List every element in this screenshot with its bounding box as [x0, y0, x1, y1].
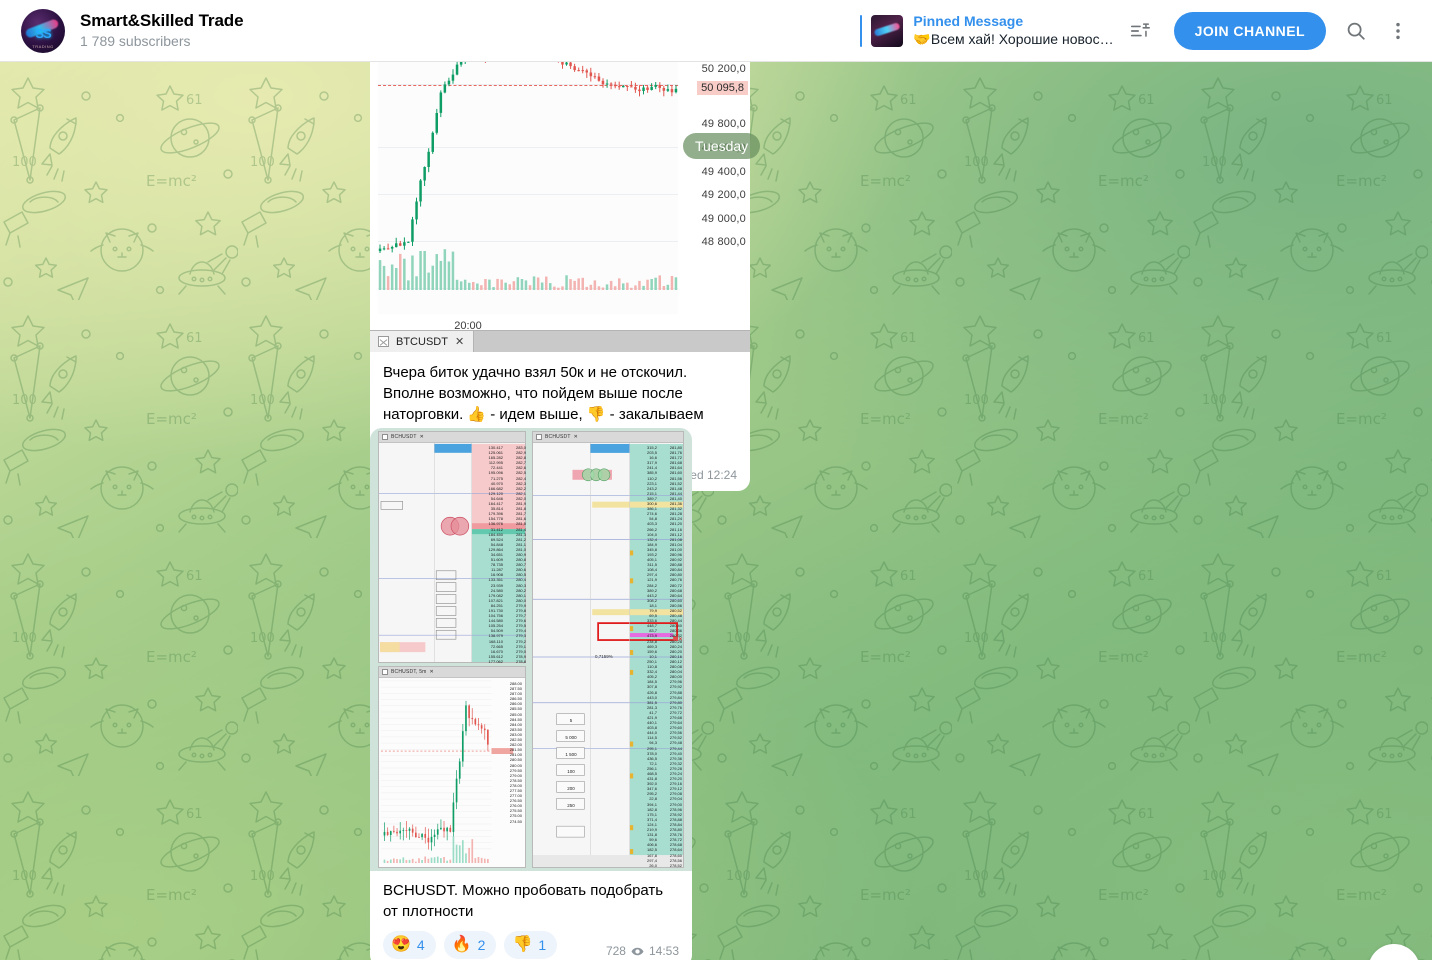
pinned-thumbnail [871, 14, 904, 47]
dom-pane-right: BCHUSDT ✕ ✕ 315,2 281,80 203,5 281,76 16… [532, 431, 684, 868]
qty-button[interactable]: 250 [557, 800, 585, 817]
chat-scroll-area[interactable]: Ε=mc² [0, 62, 1432, 960]
qty-button[interactable]: 200 [557, 783, 585, 800]
heart-eyes-icon: 😍 [391, 936, 411, 953]
chart-tab-label: BTCUSDT [396, 335, 448, 348]
chart-pane-bchusdt-5m: BCHUSDT, 5m ✕ 288.00 287.50 287.00 286.50 28… [378, 666, 526, 868]
overflow-menu-icon[interactable] [1378, 11, 1418, 51]
search-icon[interactable] [1336, 11, 1376, 51]
btcusdt-chart-image[interactable]: 50 200,0 50 095,8 49 800,0 49 600,0 49 4… [370, 62, 750, 352]
avatar-subtext: TRADING [32, 43, 54, 49]
view-count: 728 [605, 944, 626, 958]
price-scale-bchusdt: 288.00 287.50 287.00 286.50 286.00 285.50 285.… [497, 681, 523, 824]
channel-header: SS TRADING Smart&Skilled Trade 1 789 sub… [0, 0, 1432, 62]
bchusdt-terminal-image[interactable]: BCHUSDT ✕ 130.417 283,0 125.061 282,9 16… [370, 428, 692, 871]
message-time: 14:53 [648, 944, 679, 958]
thumbs-down-reaction[interactable]: 👎 1 [504, 931, 558, 959]
last-price-tag: 50 095,8 [697, 81, 748, 95]
pinned-message-banner[interactable]: Pinned Message 🤝Всем хай! Хорошие новос… [860, 9, 1119, 53]
channel-avatar[interactable]: SS TRADING [21, 8, 65, 53]
message-bchusdt[interactable]: BCHUSDT ✕ 130.417 283,0 125.061 282,9 16… [370, 428, 692, 960]
message-meta: 728 14:53 [606, 944, 679, 958]
header-actions: Pinned Message 🤝Всем хай! Хорошие новос…… [860, 0, 1432, 61]
eye-icon [631, 947, 644, 955]
pinned-preview-text: 🤝Всем хай! Хорошие новос… [913, 31, 1114, 47]
reaction-count: 1 [538, 937, 547, 953]
bchusdt-terminal-screenshot: BCHUSDT ✕ 130.417 283,0 125.061 282,9 16… [370, 428, 692, 871]
message-btcusdt[interactable]: 50 200,0 50 095,8 49 800,0 49 600,0 49 4… [370, 62, 750, 491]
close-icon[interactable]: ✕ [455, 335, 464, 348]
reaction-count: 2 [477, 937, 486, 953]
heart-eyes-reaction[interactable]: 😍 4 [383, 931, 436, 959]
qty-button[interactable]: 1 500 [557, 749, 585, 766]
channel-title: Smart&Skilled Trade [80, 11, 244, 30]
pinned-accent-bar [860, 14, 863, 47]
join-channel-button[interactable]: JOIN CHANNEL [1173, 11, 1326, 50]
date-badge: Tuesday [683, 133, 761, 159]
pct-label: 0,7159% [595, 654, 613, 659]
pinned-thumb-streak [873, 21, 901, 37]
chart-tab-btcusdt[interactable]: BTCUSDT ✕ [370, 330, 475, 352]
dom-pane-left: BCHUSDT ✕ 130.417 283,0 125.061 282,9 16… [378, 431, 527, 664]
chart-plot-area [378, 62, 678, 314]
thumbs-down-icon: 👎 [512, 936, 533, 953]
fire-icon: 🔥 [451, 936, 472, 953]
candle-series [378, 62, 678, 290]
message-bubble: BCHUSDT. Можно пробовать подобрать от пл… [370, 871, 692, 960]
pinned-list-icon[interactable] [1120, 11, 1160, 51]
chart-tab-icon [378, 336, 389, 347]
pinned-label: Pinned Message [913, 13, 1024, 29]
message-text: BCHUSDT. Можно пробовать подобрать от пл… [383, 882, 664, 920]
dom-row: 177.062 278,8 [488, 658, 526, 664]
avatar-initials: SS [35, 25, 51, 41]
qty-button[interactable]: 5 000 [557, 732, 585, 749]
btcusdt-candlestick-chart: 50 200,0 50 095,8 49 800,0 49 600,0 49 4… [370, 62, 750, 352]
chart-tab-bar[interactable]: BTCUSDT ✕ [370, 330, 750, 352]
fire-reaction[interactable]: 🔥 2 [443, 931, 497, 959]
pinned-text-group: Pinned Message 🤝Всем хай! Хорошие новос… [913, 13, 1113, 48]
price-tick: 274.50 [509, 818, 522, 824]
dom-row: 26,0 278,52 [649, 862, 682, 868]
qty-button[interactable]: 100 [557, 766, 585, 783]
dom-rows-left: 130.417 283,0 125.061 282,9 165.282 282,8 112.… [475, 445, 527, 664]
subscriber-count: 1 789 subscribers [80, 33, 191, 49]
qty-buttons[interactable]: 5 5 000 1 500 100 200 250 [557, 715, 585, 817]
reaction-count: 4 [416, 937, 425, 953]
channel-info[interactable]: Smart&Skilled Trade 1 789 subscribers [80, 11, 244, 50]
qty-button[interactable]: 5 [557, 715, 585, 732]
dom-rows-right: 315,2 281,80 203,5 281,76 16,6 281,72 317,9 281… [633, 445, 683, 868]
